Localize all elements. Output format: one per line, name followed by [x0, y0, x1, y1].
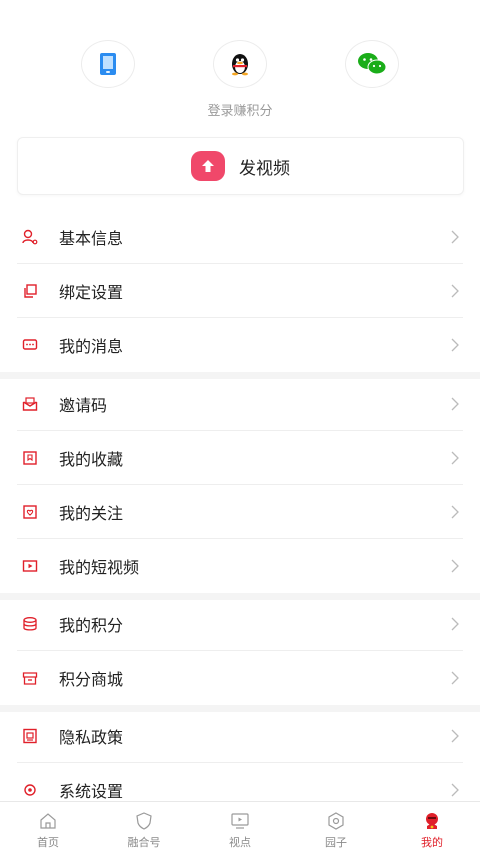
chevron-right-icon: [451, 783, 459, 797]
menu-item-label: 系统设置: [59, 782, 124, 801]
link-copy-icon: [24, 284, 37, 298]
chevron-right-icon: [451, 729, 459, 743]
chevron-right-icon: [451, 617, 459, 631]
home-icon: [40, 813, 56, 829]
wechat-icon: [358, 53, 387, 75]
tab-label: 视点: [229, 836, 251, 849]
menu-item-my-favorites[interactable]: 我的收藏: [0, 431, 480, 485]
tab-garden[interactable]: 园子: [288, 802, 384, 854]
chevron-right-icon: [451, 671, 459, 685]
message-icon: [22, 339, 38, 350]
hexagon-icon: [328, 812, 344, 830]
menu-item-label: 我的消息: [59, 337, 124, 356]
menu-item-label: 我的积分: [59, 616, 124, 635]
menu-item-label: 积分商城: [59, 670, 124, 689]
tv-icon: [231, 813, 249, 829]
shop-icon: [22, 672, 38, 685]
menu-item-label: 隐私政策: [59, 728, 124, 747]
bottom-tab-bar: 首页 融合号 视点 园子 我的: [0, 801, 480, 854]
menu-item-label: 邀请码: [59, 396, 108, 415]
menu-item-my-short-videos[interactable]: 我的短视频: [0, 539, 480, 593]
shield-icon: [136, 812, 152, 830]
follow-icon: [23, 505, 37, 519]
login-options: [0, 40, 480, 88]
menu-group-content: 邀请码 我的收藏 我的关注 我的短视频: [0, 377, 480, 593]
menu-item-binding-settings[interactable]: 绑定设置: [0, 264, 480, 318]
tab-home[interactable]: 首页: [0, 802, 96, 854]
login-hint: 登录赚积分: [207, 104, 273, 119]
menu-item-privacy-policy[interactable]: 隐私政策: [0, 709, 480, 763]
menu-group-account: 基本信息 绑定设置 我的消息: [0, 210, 480, 372]
menu-item-points-mall[interactable]: 积分商城: [0, 651, 480, 705]
user-icon: [22, 229, 38, 245]
tab-mine[interactable]: 我的: [384, 802, 480, 854]
tab-label: 我的: [421, 836, 443, 849]
post-video-button[interactable]: 发视频: [17, 137, 464, 195]
chevron-right-icon: [451, 230, 459, 244]
menu-item-invite-code[interactable]: 邀请码: [0, 377, 480, 431]
phone-login-button[interactable]: [81, 40, 135, 88]
privacy-icon: [23, 728, 37, 744]
menu-group-points: 我的积分 积分商城: [0, 597, 480, 705]
tab-label: 融合号: [127, 836, 161, 849]
menu-item-label: 绑定设置: [59, 283, 124, 302]
chevron-right-icon: [451, 559, 459, 573]
chevron-right-icon: [451, 338, 459, 352]
chevron-right-icon: [451, 505, 459, 519]
chevron-right-icon: [451, 397, 459, 411]
upload-arrow-icon: [191, 151, 225, 181]
tab-label: 首页: [37, 836, 59, 849]
profile-icon: [426, 813, 438, 829]
wechat-login-button[interactable]: [345, 40, 399, 88]
settings-icon: [24, 784, 36, 796]
post-video-label: 发视频: [239, 158, 290, 179]
menu-item-my-messages[interactable]: 我的消息: [0, 318, 480, 372]
qq-login-button[interactable]: [213, 40, 267, 88]
menu-item-my-follows[interactable]: 我的关注: [0, 485, 480, 539]
menu-item-label: 我的收藏: [59, 450, 124, 469]
menu-item-label: 我的关注: [59, 504, 124, 523]
chevron-right-icon: [451, 284, 459, 298]
video-icon: [22, 560, 38, 572]
menu-item-label: 基本信息: [59, 229, 124, 248]
bookmark-icon: [23, 451, 37, 465]
tab-viewpoint[interactable]: 视点: [192, 802, 288, 854]
menu-item-my-points[interactable]: 我的积分: [0, 597, 480, 651]
tab-label: 园子: [325, 836, 347, 849]
tab-fusion[interactable]: 融合号: [96, 802, 192, 854]
qq-penguin-icon: [232, 54, 248, 76]
menu-item-label: 我的短视频: [59, 558, 140, 577]
chevron-right-icon: [451, 451, 459, 465]
menu-item-basic-info[interactable]: 基本信息: [0, 210, 480, 264]
phone-icon: [100, 53, 116, 75]
coins-icon: [23, 617, 37, 631]
invite-icon: [22, 397, 38, 411]
